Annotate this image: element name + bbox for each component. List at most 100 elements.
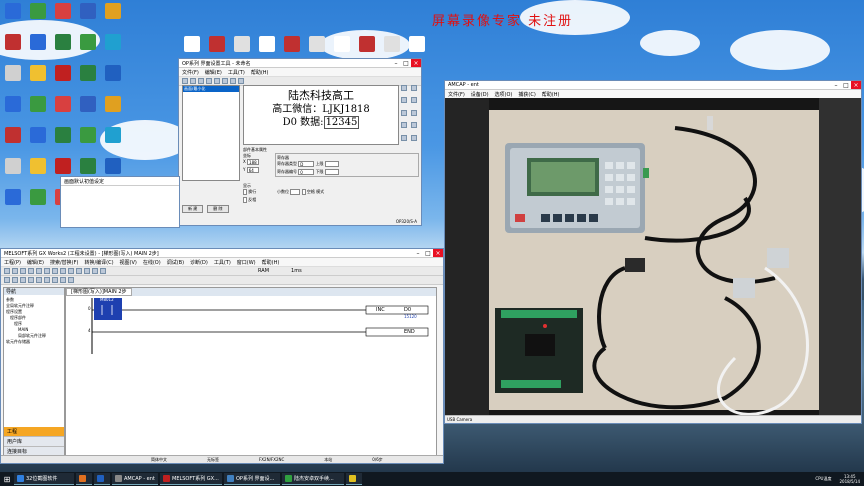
gx-menu-item[interactable]: 搜索/替换(F) xyxy=(50,259,78,266)
desktop-icon[interactable] xyxy=(51,65,75,81)
maximize-icon[interactable]: □ xyxy=(423,249,433,257)
lcd-data-field[interactable]: 12345 xyxy=(323,116,360,129)
cam-titlebar[interactable]: AMCAP - ent – □ × xyxy=(445,81,861,90)
wrap-checkbox[interactable] xyxy=(243,189,247,195)
read-plc-icon[interactable] xyxy=(92,268,98,274)
desktop-icon[interactable] xyxy=(76,158,100,174)
save-icon[interactable] xyxy=(198,78,204,84)
desktop-icon[interactable] xyxy=(76,65,100,81)
desktop-icon[interactable] xyxy=(101,3,125,19)
screen-list-item[interactable]: 画面/最小化 xyxy=(183,86,239,92)
desktop-icon[interactable] xyxy=(51,96,75,112)
ladder-tab[interactable]: [梯形图(写入)]MAIN 2步 xyxy=(66,288,132,296)
desktop-icon[interactable] xyxy=(1,65,25,81)
amcap-window[interactable]: AMCAP - ent – □ × 文件(F) 设备(D) 选项(O) 捕获(C… xyxy=(444,80,862,424)
task-item[interactable]: 陆杰安卓双手续... xyxy=(282,473,344,485)
monitor-icon[interactable] xyxy=(100,268,106,274)
desktop-icon[interactable] xyxy=(1,158,25,174)
task-item[interactable] xyxy=(346,473,362,485)
op-editor-window[interactable]: OP系列 界面设置工具 - 未命名 – □ × 文件(F) 编辑(E) 工具(T… xyxy=(178,58,422,226)
paste-icon[interactable] xyxy=(52,268,58,274)
download-icon[interactable] xyxy=(230,78,236,84)
gx-menu-item[interactable]: 帮助(H) xyxy=(262,259,280,266)
y-input[interactable]: 64 xyxy=(246,167,259,173)
screen-list[interactable]: 画面/最小化 xyxy=(182,85,240,181)
copy-icon[interactable] xyxy=(44,268,50,274)
gx-menu-item[interactable]: 视图(V) xyxy=(120,259,137,266)
float-titlebar[interactable]: 画面默认初值设定 xyxy=(61,177,179,186)
instruction-icon[interactable] xyxy=(28,277,34,283)
gx-menu-item[interactable]: 窗口(W) xyxy=(237,259,256,266)
cut-icon[interactable] xyxy=(206,78,212,84)
desktop-icon[interactable] xyxy=(205,36,229,52)
gx-titlebar[interactable]: MELSOFT系列 GX Works2 (工程未设置) - [梯形图(写入) M… xyxy=(1,249,443,258)
desktop-icon[interactable] xyxy=(355,36,379,52)
nav-tab-library[interactable]: 用户库 xyxy=(4,436,64,446)
task-item[interactable]: AMCAP - ent xyxy=(112,473,158,485)
menu-file[interactable]: 文件(F) xyxy=(448,91,465,98)
desktop-icon[interactable] xyxy=(26,189,50,205)
compile-icon[interactable] xyxy=(68,277,74,283)
pulse-fall-icon[interactable] xyxy=(60,277,66,283)
desktop-icon[interactable] xyxy=(76,3,100,19)
minimize-icon[interactable]: – xyxy=(831,81,841,89)
maximize-icon[interactable]: □ xyxy=(841,81,851,89)
contact-nc-icon[interactable] xyxy=(12,277,18,283)
reverse-checkbox[interactable] xyxy=(243,197,247,203)
menu-help[interactable]: 帮助(H) xyxy=(251,69,269,76)
cut-icon[interactable] xyxy=(36,268,42,274)
desktop-icon[interactable] xyxy=(405,36,429,52)
desktop-icon[interactable] xyxy=(26,127,50,143)
menu-help[interactable]: 帮助(H) xyxy=(542,91,560,98)
desktop-icon[interactable] xyxy=(1,189,25,205)
tree-item[interactable]: 软元件存储器 xyxy=(6,339,62,345)
desktop-icon[interactable] xyxy=(101,158,125,174)
windows-start-icon[interactable]: ⊞ xyxy=(0,472,14,486)
line-tool-icon[interactable] xyxy=(401,134,407,141)
bar-tool-icon[interactable] xyxy=(401,109,407,116)
op-titlebar[interactable]: OP系列 界面设置工具 - 未命名 – □ × xyxy=(179,59,421,68)
desktop-icon[interactable] xyxy=(101,96,125,112)
new-icon[interactable] xyxy=(182,78,188,84)
gx-menu-item[interactable]: 转换/编译(C) xyxy=(84,259,113,266)
desktop-icon[interactable] xyxy=(51,127,75,143)
gx-menu-item[interactable]: 工具(T) xyxy=(214,259,231,266)
menu-edit[interactable]: 编辑(E) xyxy=(205,69,222,76)
gx-works-window[interactable]: MELSOFT系列 GX Works2 (工程未设置) - [梯形图(写入) M… xyxy=(0,248,444,464)
menu-options[interactable]: 选项(O) xyxy=(495,91,513,98)
minimize-icon[interactable]: – xyxy=(413,249,423,257)
task-item[interactable] xyxy=(76,473,92,485)
menu-capture[interactable]: 捕获(C) xyxy=(518,91,535,98)
minimize-icon[interactable]: – xyxy=(391,59,401,67)
delete-screen-button[interactable]: 删 除 xyxy=(207,205,229,213)
space-checkbox[interactable] xyxy=(301,189,306,195)
desktop-icon[interactable] xyxy=(76,96,100,112)
undo-icon[interactable] xyxy=(60,268,66,274)
button-tool-icon[interactable] xyxy=(401,97,407,104)
gx-menu-item[interactable]: 编辑(E) xyxy=(27,259,44,266)
menu-tools[interactable]: 工具(T) xyxy=(228,69,245,76)
desktop-icon[interactable] xyxy=(51,158,75,174)
task-item[interactable]: 32位截图软件 xyxy=(14,473,74,485)
desktop-icon[interactable] xyxy=(1,127,25,143)
lamp-tool-icon[interactable] xyxy=(411,97,417,104)
image-tool-icon[interactable] xyxy=(401,122,407,129)
print-icon[interactable] xyxy=(28,268,34,274)
save-icon[interactable] xyxy=(20,268,26,274)
x-input[interactable]: 188 xyxy=(247,159,260,165)
desktop-icon[interactable] xyxy=(330,36,354,52)
gx-menu-item[interactable]: 调试(B) xyxy=(167,259,184,266)
contact-no-icon[interactable] xyxy=(4,277,10,283)
alarm-tool-icon[interactable] xyxy=(411,109,417,116)
desktop-icon[interactable] xyxy=(26,34,50,50)
desktop-icon[interactable] xyxy=(1,34,25,50)
decimal-input[interactable] xyxy=(290,189,301,195)
nav-tab-project[interactable]: 工程 xyxy=(4,427,64,436)
close-icon[interactable]: × xyxy=(433,249,443,257)
gx-menu-item[interactable]: 诊断(D) xyxy=(190,259,208,266)
task-item[interactable]: MELSOFT系列 GX... xyxy=(160,473,222,485)
desktop-icon[interactable] xyxy=(101,65,125,81)
task-item[interactable] xyxy=(94,473,110,485)
desktop-icon[interactable] xyxy=(380,36,404,52)
number-tool-icon[interactable] xyxy=(411,85,417,91)
